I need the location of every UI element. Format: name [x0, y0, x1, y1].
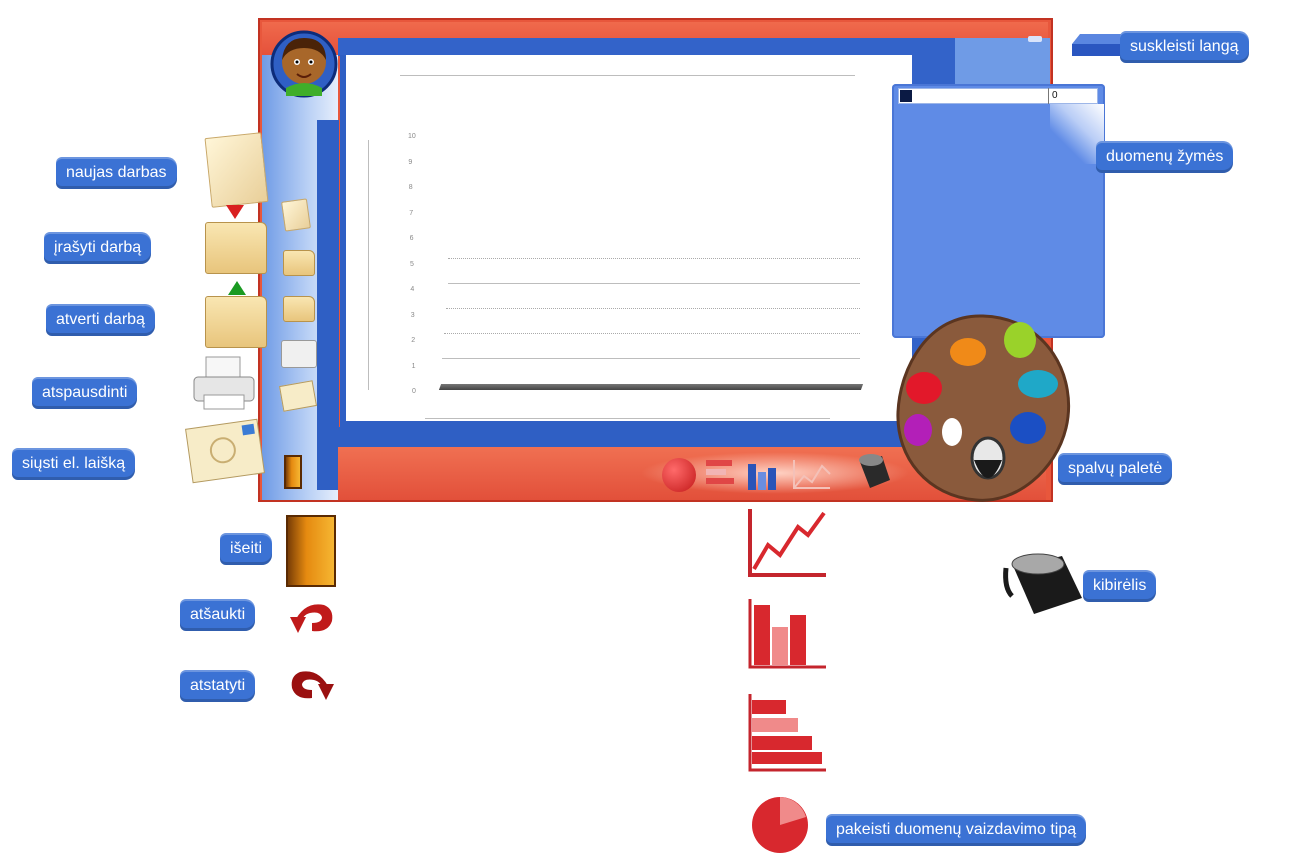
open-arrow-icon [228, 281, 246, 295]
horizontal-bar-chart-icon[interactable] [706, 460, 736, 490]
data-marker-value[interactable]: 0 [1052, 90, 1058, 101]
printer-icon-small[interactable] [281, 340, 317, 368]
chart-footer-line [425, 418, 830, 419]
change-view-type-label[interactable]: pakeisti duomenų vaizdavimo tipą [826, 814, 1087, 846]
folder-open-icon[interactable] [205, 296, 267, 348]
collapse-window-label[interactable]: suskleisti langą [1120, 31, 1249, 63]
left-tool-strip [317, 120, 339, 490]
print-label[interactable]: atspausdinti [32, 377, 138, 409]
vertical-bar-chart-icon[interactable] [746, 458, 780, 490]
y-tick-label: 9 [408, 158, 413, 166]
bucket-label[interactable]: kibirėlis [1083, 570, 1157, 602]
line-chart-icon-large[interactable] [746, 505, 828, 579]
gridline [448, 283, 860, 284]
canvas-top-border [338, 38, 938, 56]
y-tick-label: 5 [410, 260, 414, 268]
gridline [448, 258, 860, 259]
data-marker-color-swatch[interactable] [900, 90, 912, 102]
send-email-label[interactable]: siųsti el. laišką [12, 448, 136, 480]
data-marker-row[interactable] [898, 88, 1098, 104]
minimize-icon[interactable] [1028, 36, 1042, 42]
blank-paper-icon-small[interactable] [281, 198, 311, 232]
boy-avatar-icon [270, 30, 338, 98]
data-markers-label[interactable]: duomenų žymės [1096, 141, 1234, 173]
envelope-icon[interactable] [183, 415, 267, 487]
chart-canvas[interactable] [340, 55, 912, 427]
open-work-label[interactable]: atverti darbą [46, 304, 155, 336]
data-marker-divider [1048, 88, 1049, 104]
y-tick-label: 4 [410, 286, 415, 293]
collapse-window-icon[interactable] [1068, 30, 1124, 60]
pie-chart-icon[interactable] [662, 458, 696, 492]
y-tick-label: 7 [409, 209, 414, 217]
paint-palette-icon[interactable] [888, 308, 1078, 508]
undo-label[interactable]: atšaukti [180, 599, 256, 631]
line-chart-icon[interactable] [792, 458, 832, 490]
gridline [442, 358, 860, 359]
folder-save-icon[interactable] [205, 222, 267, 274]
new-work-label[interactable]: naujas darbas [56, 157, 177, 189]
exit-label[interactable]: išeiti [220, 533, 273, 565]
y-tick-label: 3 [410, 311, 415, 319]
redo-arrow-icon[interactable] [284, 664, 336, 704]
color-palette-label[interactable]: spalvų paletė [1058, 453, 1173, 485]
canvas-bottom-border [338, 427, 918, 447]
y-tick-label: 8 [408, 184, 413, 191]
y-axis [368, 140, 369, 390]
save-arrow-icon [226, 205, 244, 219]
y-tick-label: 2 [411, 337, 416, 344]
chart-title-line [400, 75, 855, 76]
save-work-label[interactable]: įrašyti darbą [44, 232, 152, 264]
vertical-bar-chart-icon-large[interactable] [746, 597, 828, 669]
redo-label[interactable]: atstatyti [180, 670, 256, 702]
gridline [446, 308, 860, 309]
folder-open-icon-small[interactable] [283, 296, 315, 322]
blank-paper-icon[interactable] [204, 132, 269, 208]
y-tick-label: 1 [411, 362, 416, 370]
paint-bucket-icon[interactable] [1000, 548, 1088, 620]
undo-arrow-icon[interactable] [288, 597, 336, 637]
x-axis-base [438, 384, 864, 390]
pie-chart-icon-large[interactable] [750, 795, 810, 855]
door-icon-small[interactable] [284, 455, 302, 489]
gridline [444, 333, 860, 334]
door-icon[interactable] [286, 515, 336, 587]
y-tick-label: 10 [408, 133, 416, 140]
folder-save-icon-small[interactable] [283, 250, 315, 276]
printer-icon[interactable] [190, 355, 258, 413]
y-tick-label: 0 [412, 388, 416, 395]
horizontal-bar-chart-icon-large[interactable] [746, 692, 828, 772]
y-tick-label: 6 [409, 235, 414, 242]
